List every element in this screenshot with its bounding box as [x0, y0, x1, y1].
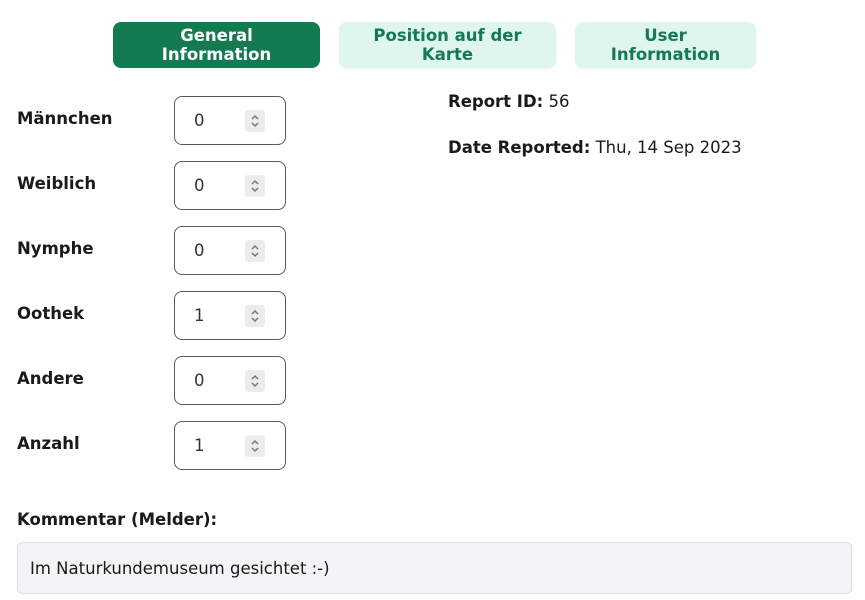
report-id-value: 56	[548, 92, 570, 111]
date-reported-value: Thu, 14 Sep 2023	[595, 138, 742, 157]
counter-label: Weiblich	[17, 174, 97, 193]
tab-general-information[interactable]: General Information	[113, 22, 320, 68]
counter-value: 0	[194, 176, 205, 195]
counter-row-nymphe: Nymphe 0	[17, 226, 287, 275]
counter-row-weiblich: Weiblich 0	[17, 161, 287, 210]
spinner-arrows-icon[interactable]	[245, 110, 265, 132]
counter-label: Anzahl	[17, 434, 80, 453]
counter-value: 1	[194, 306, 205, 325]
spinner-arrows-icon[interactable]	[245, 435, 265, 457]
andere-number-input[interactable]: 0	[174, 356, 286, 405]
counter-label: Männchen	[17, 109, 113, 128]
date-reported-label: Date Reported:	[448, 138, 591, 157]
counter-value: 0	[194, 371, 205, 390]
spinner-arrows-icon[interactable]	[245, 370, 265, 392]
spinner-arrows-icon[interactable]	[245, 240, 265, 262]
spinner-arrows-icon[interactable]	[245, 305, 265, 327]
counter-row-maennchen: Männchen 0	[17, 96, 287, 145]
counter-label: Oothek	[17, 304, 85, 323]
counter-label: Nymphe	[17, 239, 94, 258]
spinner-arrows-icon[interactable]	[245, 175, 265, 197]
comment-field[interactable]: Im Naturkundemuseum gesichtet :-)	[17, 542, 852, 594]
tab-user-information[interactable]: User Information	[575, 22, 756, 68]
counter-row-andere: Andere 0	[17, 356, 287, 405]
report-id-label: Report ID:	[448, 92, 544, 111]
counter-row-oothek: Oothek 1	[17, 291, 287, 340]
counter-label: Andere	[17, 369, 84, 388]
report-id: Report ID: 56	[448, 92, 570, 111]
counter-value: 0	[194, 111, 205, 130]
comment-text: Im Naturkundemuseum gesichtet :-)	[30, 558, 330, 578]
oothek-number-input[interactable]: 1	[174, 291, 286, 340]
tab-position-auf-der-karte[interactable]: Position auf der Karte	[339, 22, 556, 68]
anzahl-number-input[interactable]: 1	[174, 421, 286, 470]
counter-row-anzahl: Anzahl 1	[17, 421, 287, 470]
date-reported: Date Reported: Thu, 14 Sep 2023	[448, 138, 742, 157]
comment-label: Kommentar (Melder):	[17, 510, 218, 529]
weiblich-number-input[interactable]: 0	[174, 161, 286, 210]
tab-bar: General Information Position auf der Kar…	[113, 22, 756, 68]
counter-value: 0	[194, 241, 205, 260]
nymphe-number-input[interactable]: 0	[174, 226, 286, 275]
counter-value: 1	[194, 436, 205, 455]
report-detail-page: General Information Position auf der Kar…	[0, 0, 865, 600]
maennchen-number-input[interactable]: 0	[174, 96, 286, 145]
